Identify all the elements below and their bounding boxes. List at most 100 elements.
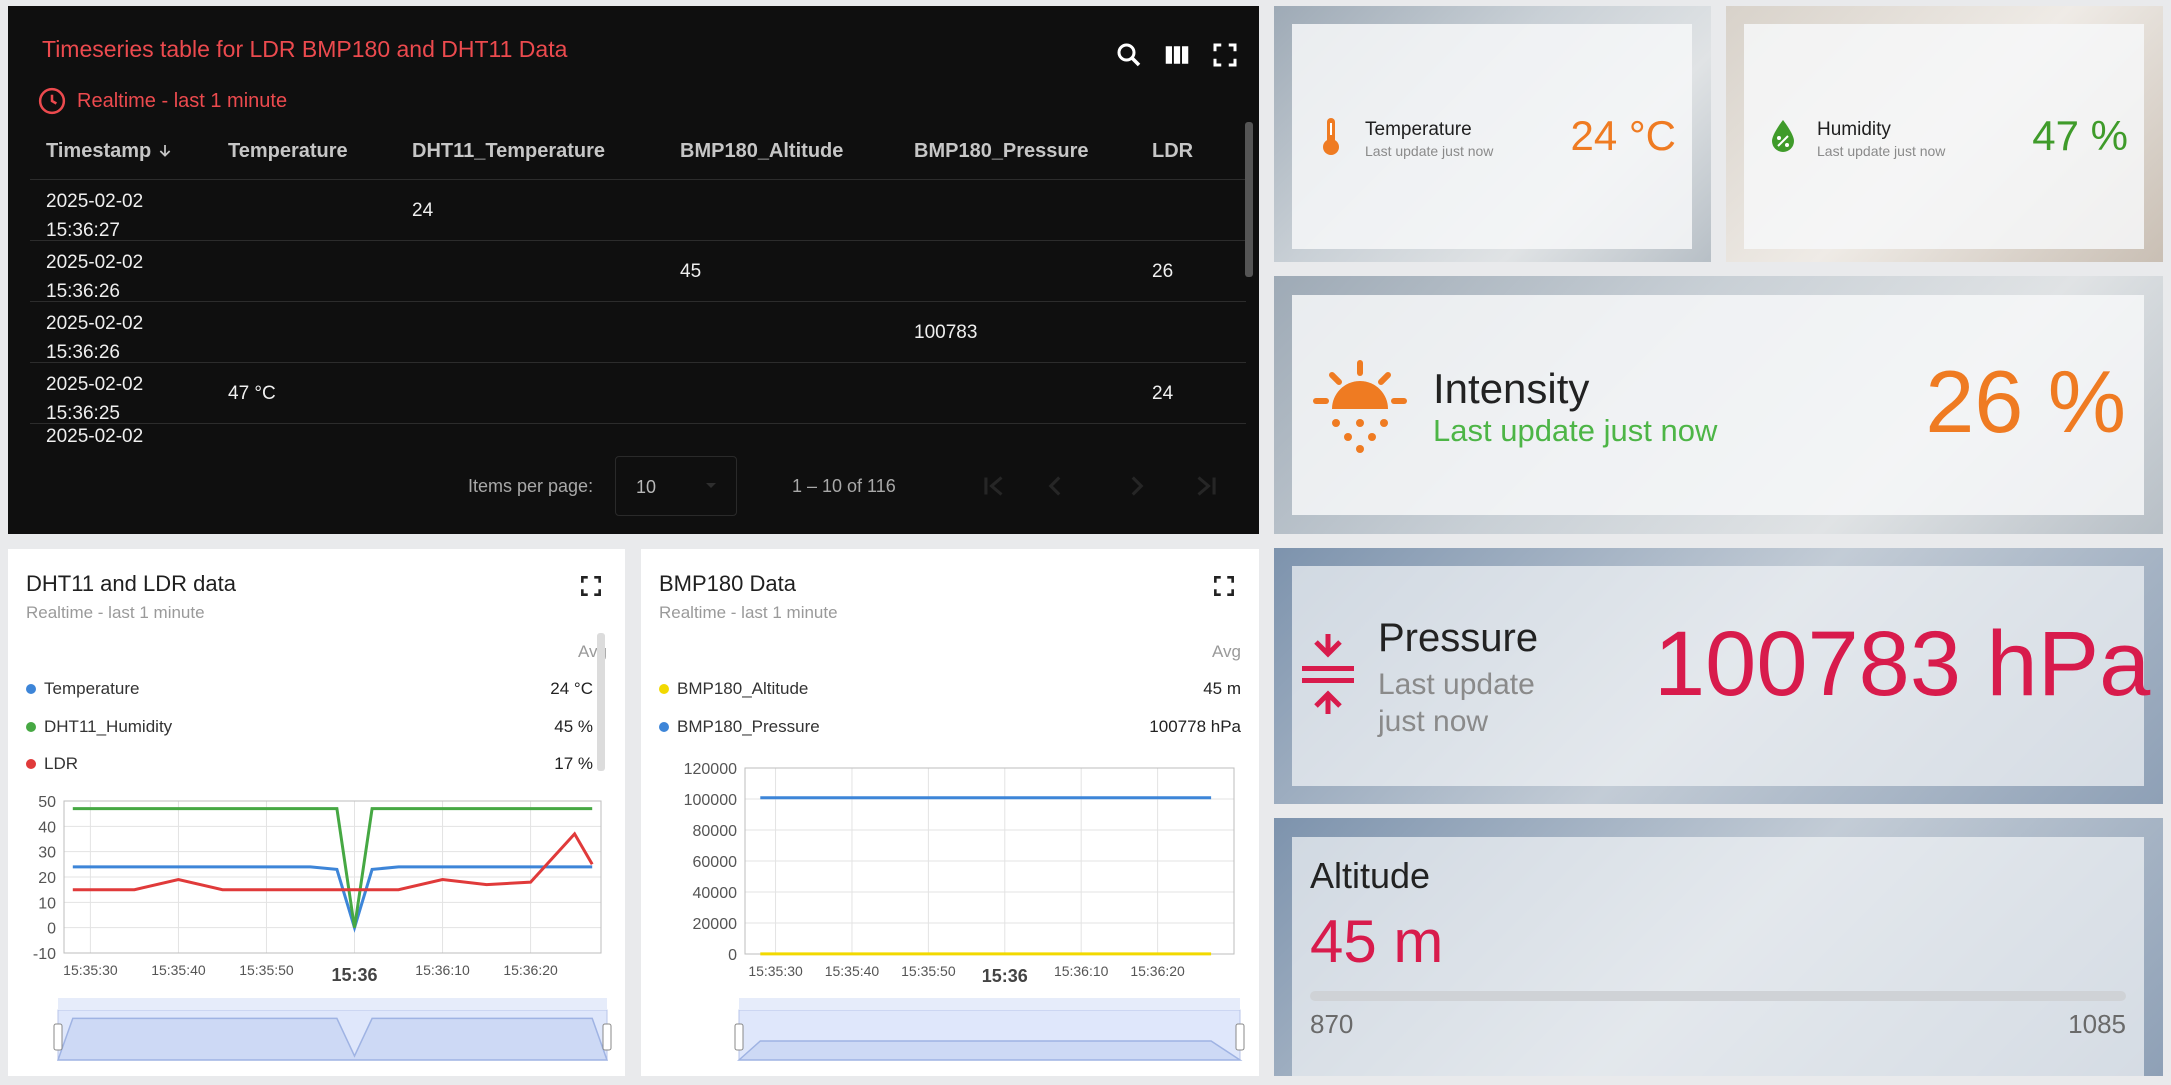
y-tick-label: -10 [33, 946, 56, 963]
altitude-progress-track [1310, 991, 2126, 1001]
pressure-card: Pressure Last update just now 100783 hPa [1274, 548, 2163, 804]
cell-timestamp: 2025-02-02 15:36:27 [46, 191, 144, 241]
column-header-bmp180-altitude[interactable]: BMP180_Altitude [680, 140, 843, 163]
intensity-card: Intensity Last update just now 26 % [1274, 276, 2163, 534]
temperature-card: Temperature Last update just now 24 °C [1274, 6, 1711, 262]
altitude-range-min: 870 [1310, 1009, 1354, 1039]
x-tick-label: 15:35:30 [63, 962, 118, 978]
cell-ldr: 26 [1152, 261, 1174, 282]
column-header-dht11-temperature[interactable]: DHT11_Temperature [412, 140, 605, 163]
cell-bmp180-pressure: 100783 [914, 322, 978, 343]
columns-icon[interactable] [1162, 40, 1192, 70]
x-tick-label: 15:36 [331, 965, 377, 985]
prev-page-icon[interactable] [1038, 469, 1072, 503]
y-tick-label: 20 [38, 870, 56, 887]
search-icon[interactable] [1114, 40, 1144, 70]
table-scrollbar[interactable] [1245, 122, 1253, 277]
x-tick-label: 15:36:10 [1054, 963, 1109, 979]
column-header-timestamp[interactable]: Timestamp [46, 140, 173, 163]
cell-timestamp: 2025-02-02 [46, 426, 144, 444]
column-header-bmp180-pressure[interactable]: BMP180_Pressure [914, 140, 1089, 163]
altitude-value: 45 m [1310, 908, 1444, 975]
x-tick-label: 15:36:10 [415, 962, 470, 978]
series-line-temperature [72, 865, 593, 933]
humidity-card-panel: Humidity Last update just now 47 % [1744, 24, 2144, 249]
thermometer-icon [1323, 118, 1339, 155]
table-row[interactable]: 2025-02-02 15:36:26 45 26 [30, 241, 1246, 302]
temperature-card-panel: Temperature Last update just now 24 °C [1292, 24, 1692, 249]
column-header-ldr[interactable]: LDR [1152, 140, 1193, 163]
table-header: Timestamp Temperature DHT11_Temperature … [30, 132, 1246, 180]
pressure-value: 100783 hPa [1654, 613, 2151, 715]
temperature-value: 24 °C [1570, 112, 1676, 159]
page-size-value: 10 [636, 477, 657, 497]
sort-arrow-down-icon [159, 145, 171, 157]
x-tick-label: 15:36:20 [503, 962, 558, 978]
humidity-value: 47 % [2032, 112, 2128, 159]
fullscreen-icon[interactable] [1210, 40, 1240, 70]
y-tick-label: 0 [47, 921, 56, 938]
pressure-card-panel: Pressure Last update just now 100783 hPa [1292, 566, 2150, 786]
x-tick-label: 15:35:50 [239, 962, 294, 978]
y-tick-label: 100000 [684, 792, 737, 809]
cell-timestamp: 2025-02-02 15:36:26 [46, 313, 144, 363]
y-tick-label: 30 [38, 845, 56, 862]
table-row-partial[interactable]: 2025-02-02 [30, 424, 1246, 444]
x-tick-label: 15:35:40 [151, 962, 206, 978]
table-row[interactable]: 2025-02-02 15:36:25 47 °C 24 [30, 363, 1246, 424]
pressure-title: Pressure [1378, 616, 1539, 660]
cell-ldr: 24 [1152, 383, 1174, 404]
dht11-ldr-chart-card: DHT11 and LDR data Realtime - last 1 min… [8, 549, 625, 1076]
humidity-subtitle: Last update just now [1817, 143, 1946, 159]
intensity-card-panel: Intensity Last update just now 26 % [1292, 295, 2144, 515]
temperature-subtitle: Last update just now [1365, 143, 1494, 159]
y-tick-label: 0 [728, 947, 737, 964]
navigator-series [737, 1040, 1243, 1061]
cell-bmp180-altitude: 45 [680, 261, 702, 282]
timeseries-table-card: Timeseries table for LDR BMP180 and DHT1… [8, 6, 1259, 534]
series-line-ldr [72, 831, 594, 892]
water-drop-icon [1772, 120, 1794, 152]
table-row[interactable]: 2025-02-02 15:36:26 100783 [30, 302, 1246, 363]
navigator-handle-left [53, 1023, 63, 1051]
page-size-select[interactable]: 10 [615, 456, 737, 516]
y-tick-label: 10 [38, 895, 56, 912]
navigator-series [56, 1017, 609, 1061]
y-tick-label: 40000 [693, 885, 738, 902]
navigator-handle-right [1235, 1023, 1245, 1051]
y-tick-label: 80000 [693, 823, 738, 840]
dht11-ldr-plot[interactable]: 50 40 30 20 10 0 -10 15:35:30 15:35:40 15:35:50 15… [8, 549, 625, 1076]
altitude-card-panel: Altitude 45 m 870 1085 [1292, 837, 2144, 1076]
cell-timestamp: 2025-02-02 15:36:25 [46, 374, 144, 424]
next-page-icon[interactable] [1120, 469, 1154, 503]
bmp180-plot[interactable]: 120000 100000 80000 60000 40000 20000 0 15:35:3… [641, 549, 1259, 1076]
x-tick-label: 15:35:40 [825, 963, 880, 979]
intensity-value: 26 % [1925, 352, 2126, 451]
table-timewindow[interactable]: Realtime - last 1 minute [37, 86, 287, 116]
compress-arrows-icon [1302, 634, 1354, 714]
x-tick-label: 15:36:20 [1130, 963, 1185, 979]
y-tick-label: 60000 [693, 854, 738, 871]
column-header-temperature[interactable]: Temperature [228, 140, 348, 163]
intensity-subtitle: Last update just now [1433, 413, 1718, 448]
navigator-scrollbar [58, 998, 607, 1010]
navigator-handle-left [734, 1023, 744, 1051]
altitude-title: Altitude [1310, 855, 1431, 896]
last-page-icon[interactable] [1190, 469, 1224, 503]
intensity-title: Intensity [1433, 365, 1590, 412]
pager-label: Items per page: [468, 476, 594, 496]
x-tick-label: 15:36 [982, 966, 1028, 986]
y-tick-label: 50 [38, 794, 56, 811]
table-row[interactable]: 2025-02-02 15:36:27 24 [30, 180, 1246, 241]
navigator-scrollbar [739, 998, 1240, 1010]
cell-timestamp: 2025-02-02 15:36:26 [46, 252, 144, 302]
y-tick-label: 120000 [684, 761, 737, 778]
y-tick-label: 20000 [693, 916, 738, 933]
humidity-title: Humidity [1817, 119, 1891, 140]
sun-icon [1313, 360, 1407, 453]
x-tick-label: 15:35:30 [748, 963, 803, 979]
humidity-card: Humidity Last update just now 47 % [1726, 6, 2163, 262]
pressure-subtitle: Last update just now [1378, 668, 1535, 738]
first-page-icon[interactable] [976, 469, 1010, 503]
altitude-card: Altitude 45 m 870 1085 [1274, 818, 2163, 1076]
